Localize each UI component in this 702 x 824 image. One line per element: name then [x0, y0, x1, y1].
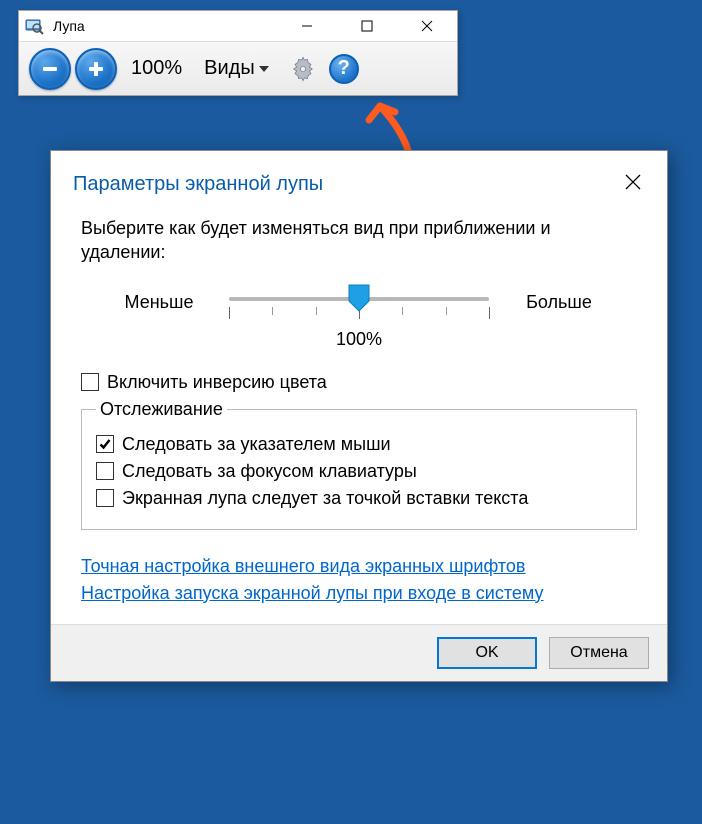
- invert-colors-label: Включить инверсию цвета: [107, 372, 327, 393]
- settings-button[interactable]: [287, 53, 319, 85]
- zoom-in-button[interactable]: [75, 48, 117, 90]
- dialog-body: Выберите как будет изменяться вид при пр…: [51, 210, 667, 624]
- follow-text-label: Экранная лупа следует за точкой вставки …: [122, 488, 528, 509]
- app-title: Лупа: [51, 18, 277, 34]
- dialog-close-button[interactable]: [617, 169, 649, 200]
- dialog-footer: OK Отмена: [51, 624, 667, 681]
- magnifier-window: Лупа 100% Виды: [18, 10, 458, 96]
- check-icon: [99, 438, 111, 450]
- zoom-step-slider-row: Меньше Больше: [81, 283, 637, 323]
- slider-less-label: Меньше: [109, 292, 209, 313]
- magnifier-app-icon: [25, 16, 45, 36]
- window-controls: [277, 11, 457, 41]
- slider-value: 100%: [81, 329, 637, 350]
- views-dropdown[interactable]: Виды: [196, 57, 277, 80]
- checkbox-icon: [81, 373, 99, 391]
- toolbar: 100% Виды ?: [19, 41, 457, 95]
- checkbox-icon: [96, 489, 114, 507]
- instruction-text: Выберите как будет изменяться вид при пр…: [81, 216, 637, 265]
- views-label: Виды: [204, 57, 255, 80]
- ok-button[interactable]: OK: [437, 637, 537, 669]
- tracking-group: Отслеживание Следовать за указателем мыш…: [81, 399, 637, 530]
- startup-settings-link[interactable]: Настройка запуска экранной лупы при вход…: [81, 583, 637, 604]
- cancel-button[interactable]: Отмена: [549, 637, 649, 669]
- zoom-out-button[interactable]: [29, 48, 71, 90]
- follow-text-checkbox[interactable]: Экранная лупа следует за точкой вставки …: [96, 488, 622, 509]
- follow-mouse-checkbox[interactable]: Следовать за указателем мыши: [96, 434, 622, 455]
- settings-dialog: Параметры экранной лупы Выберите как буд…: [50, 150, 668, 682]
- chevron-down-icon: [259, 66, 269, 72]
- titlebar: Лупа: [19, 11, 457, 41]
- dialog-title: Параметры экранной лупы: [73, 173, 617, 196]
- zoom-step-slider[interactable]: [229, 283, 489, 323]
- follow-keyboard-label: Следовать за фокусом клавиатуры: [122, 461, 417, 482]
- slider-thumb[interactable]: [347, 283, 371, 318]
- zoom-level: 100%: [121, 57, 192, 80]
- links-section: Точная настройка внешнего вида экранных …: [81, 556, 637, 604]
- help-button[interactable]: ?: [329, 54, 359, 84]
- slider-more-label: Больше: [509, 292, 609, 313]
- dialog-header: Параметры экранной лупы: [51, 151, 667, 210]
- follow-keyboard-checkbox[interactable]: Следовать за фокусом клавиатуры: [96, 461, 622, 482]
- tracking-legend: Отслеживание: [96, 399, 227, 420]
- checkbox-icon: [96, 435, 114, 453]
- close-button[interactable]: [397, 11, 457, 41]
- maximize-button[interactable]: [337, 11, 397, 41]
- follow-mouse-label: Следовать за указателем мыши: [122, 434, 391, 455]
- invert-colors-checkbox[interactable]: Включить инверсию цвета: [81, 372, 637, 393]
- font-tuning-link[interactable]: Точная настройка внешнего вида экранных …: [81, 556, 637, 577]
- minimize-button[interactable]: [277, 11, 337, 41]
- checkbox-icon: [96, 462, 114, 480]
